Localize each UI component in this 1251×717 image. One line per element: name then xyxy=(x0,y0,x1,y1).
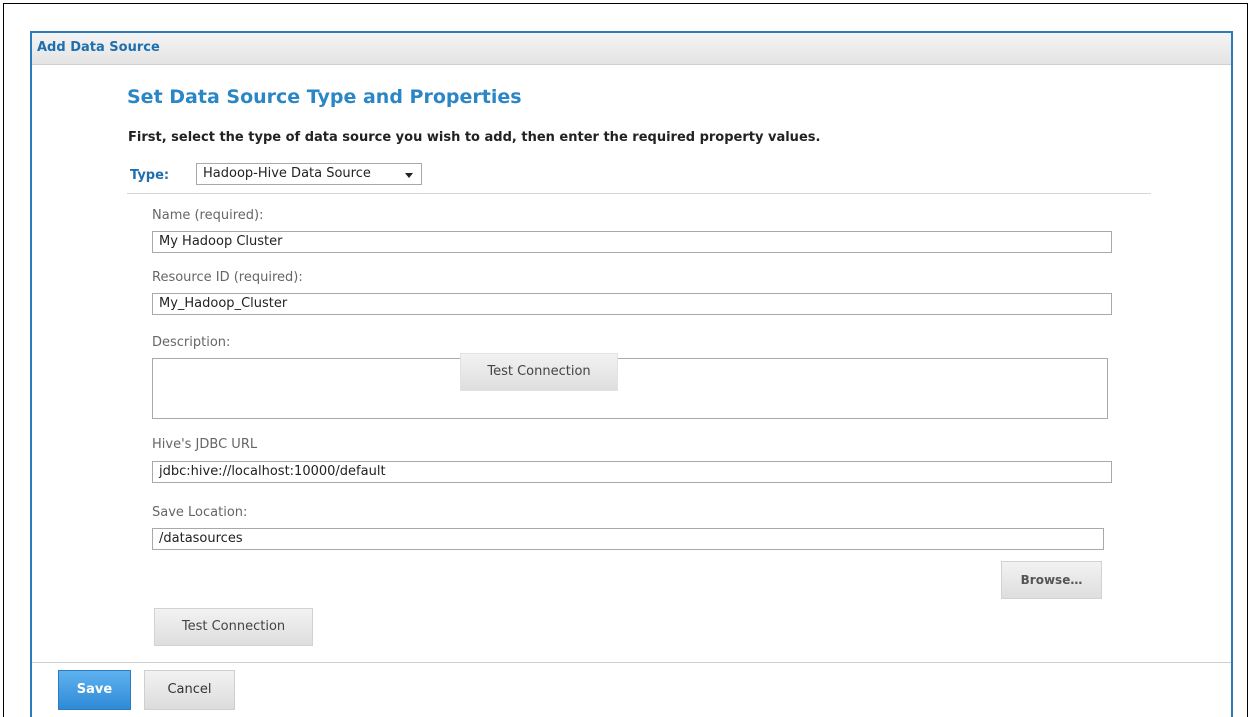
add-data-source-dialog: Add Data Source Set Data Source Type and… xyxy=(30,31,1233,717)
resource-id-label: Resource ID (required): xyxy=(152,270,303,285)
save-location-field[interactable]: /datasources xyxy=(152,528,1104,550)
jdbc-url-label: Hive's JDBC URL xyxy=(152,437,258,452)
description-label: Description: xyxy=(152,335,231,350)
type-select[interactable]: Hadoop-Hive Data Source xyxy=(196,163,422,185)
type-select-value: Hadoop-Hive Data Source xyxy=(203,166,371,181)
name-label: Name (required): xyxy=(152,208,264,223)
cancel-button[interactable]: Cancel xyxy=(144,670,235,710)
footer-divider xyxy=(32,662,1231,663)
instructions-text: First, select the type of data source yo… xyxy=(128,130,821,145)
browse-button[interactable]: Browse… xyxy=(1001,561,1102,599)
dialog-title: Add Data Source xyxy=(37,40,160,55)
type-label: Type: xyxy=(130,168,170,183)
type-divider xyxy=(127,193,1151,194)
chevron-down-icon xyxy=(405,173,413,178)
description-field[interactable] xyxy=(152,358,1108,419)
save-button[interactable]: Save xyxy=(58,670,131,710)
dialog-header: Add Data Source xyxy=(32,33,1231,65)
test-connection-overlay-button[interactable]: Test Connection xyxy=(460,353,618,391)
section-title: Set Data Source Type and Properties xyxy=(127,86,522,108)
save-location-label: Save Location: xyxy=(152,505,248,520)
jdbc-url-field[interactable]: jdbc:hive://localhost:10000/default xyxy=(152,461,1112,483)
test-connection-button[interactable]: Test Connection xyxy=(154,608,313,646)
name-field[interactable]: My Hadoop Cluster xyxy=(152,231,1112,253)
resource-id-field[interactable]: My_Hadoop_Cluster xyxy=(152,293,1112,315)
